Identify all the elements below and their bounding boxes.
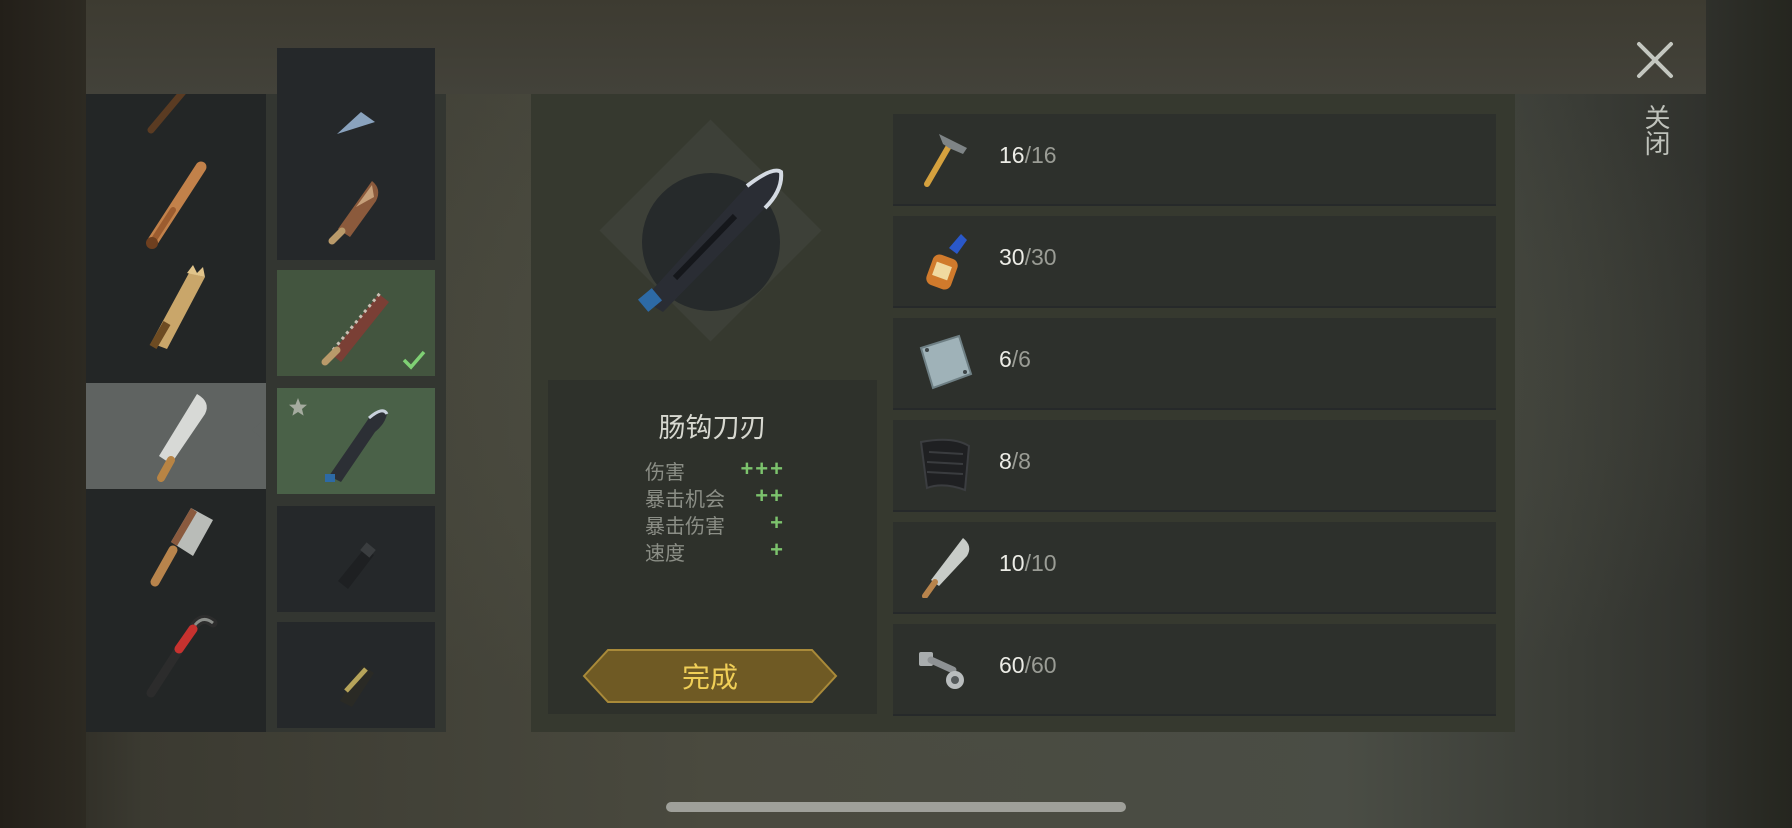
bolts-icon [919, 652, 964, 689]
requirement-row: 6/6 [893, 318, 1496, 410]
requirement-row: 16/16 [893, 114, 1496, 206]
right-edge [1706, 0, 1792, 828]
black-handle-icon [338, 542, 376, 589]
variant-item-saw-blade[interactable] [277, 270, 435, 376]
active-weapon-pointer [252, 418, 266, 442]
requirement-row: 10/10 [893, 522, 1496, 614]
rubber-sheet-icon [919, 438, 971, 492]
crafting-screen: 肠钩刀刃 伤害 +++ 暴击机会 ++ 暴击伤害 + 速度 + 完成 16/16 [0, 0, 1792, 828]
complete-button[interactable]: 完成 [582, 648, 838, 704]
weapon-item-baseball-bat[interactable] [86, 150, 266, 256]
stat-label: 暴击伤害 [645, 514, 725, 538]
check-icon [402, 350, 426, 370]
requirement-count: 60/60 [999, 652, 1057, 678]
variant-item-hook-blade[interactable] [277, 388, 435, 494]
weapon-item-crowbar[interactable] [86, 600, 266, 706]
stat-label: 暴击机会 [645, 487, 725, 511]
weapon-item-plank[interactable] [86, 256, 266, 362]
weapon-item-machete[interactable] [86, 383, 266, 489]
baseball-bat-icon [146, 161, 207, 249]
variant-item-black-handle[interactable] [277, 506, 435, 612]
stat-crit-chance: 暴击机会 ++ [645, 483, 785, 511]
variant-item-wrapped-handle[interactable] [277, 622, 435, 728]
left-edge [0, 0, 86, 828]
pickaxe-icon [147, 94, 186, 134]
requirement-count: 30/30 [999, 244, 1057, 270]
requirement-row: 60/60 [893, 624, 1496, 716]
stat-label: 速度 [645, 541, 685, 565]
requirement-row: 30/30 [893, 216, 1496, 308]
stat-label: 伤害 [645, 460, 685, 484]
hook-blade-icon [325, 409, 389, 482]
stat-speed: 速度 + [645, 537, 785, 565]
home-indicator[interactable] [666, 802, 1126, 812]
complete-label: 完成 [681, 661, 738, 694]
machete-blade-icon [922, 538, 970, 598]
close-label[interactable]: 关闭 [1640, 104, 1670, 156]
machete-icon [157, 394, 207, 482]
stat-damage: 伤害 +++ [645, 456, 785, 484]
glue-bottle-icon [926, 234, 967, 290]
saw-blade-icon [321, 291, 389, 366]
hook-blade-preview [637, 168, 784, 312]
requirement-count: 8/8 [999, 448, 1031, 474]
blade-variant-icon [337, 112, 375, 134]
variant-item-rusty-blade[interactable] [277, 154, 435, 260]
metal-plate-icon [919, 334, 973, 390]
crowbar-icon [146, 615, 218, 698]
wrapped-handle-icon [340, 665, 374, 707]
requirement-count: 10/10 [999, 550, 1057, 576]
requirement-count: 6/6 [999, 346, 1031, 372]
stat-value: + [770, 537, 785, 562]
plank-icon [149, 265, 205, 350]
stat-value: +++ [740, 456, 785, 481]
stat-crit-damage: 暴击伤害 + [645, 510, 785, 538]
variant-item-blade[interactable] [277, 48, 435, 154]
star-icon [289, 398, 307, 416]
rusty-blade-icon [328, 181, 379, 245]
cleaver-icon [150, 508, 213, 587]
close-icon[interactable] [1633, 38, 1677, 82]
stat-value: ++ [755, 483, 785, 508]
weapon-list[interactable] [86, 94, 266, 732]
stat-value: + [770, 510, 785, 535]
hammer-icon [924, 134, 967, 187]
weapon-item-cleaver[interactable] [86, 491, 266, 597]
requirement-row: 8/8 [893, 420, 1496, 512]
weapon-item-pickaxe[interactable] [86, 94, 266, 148]
item-title: 肠钩刀刃 [658, 413, 767, 444]
requirement-count: 16/16 [999, 142, 1057, 168]
